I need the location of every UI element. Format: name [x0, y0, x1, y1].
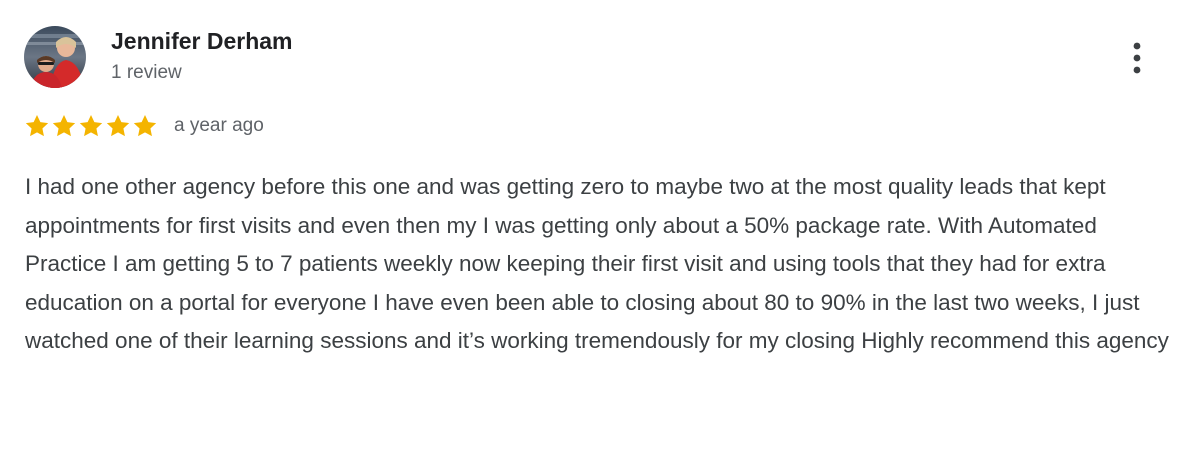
author-name[interactable]: Jennifer Derham — [111, 28, 293, 55]
star-rating — [24, 113, 158, 139]
review-date: a year ago — [174, 115, 264, 136]
star-icon — [106, 114, 130, 137]
rating-row: a year ago — [24, 112, 264, 140]
avatar[interactable] — [24, 26, 86, 88]
review-text: I had one other agency before this one a… — [25, 174, 1169, 354]
star-icon — [52, 114, 76, 137]
more-vert-icon — [1133, 42, 1141, 74]
review-card: Jennifer Derham 1 review a year ago I ha… — [0, 0, 1200, 458]
star-icon — [79, 114, 103, 137]
star-icon — [133, 114, 157, 137]
more-options-button[interactable] — [1119, 36, 1155, 80]
avatar-photo — [24, 26, 86, 88]
review-count: 1 review — [111, 62, 182, 83]
star-icon — [25, 114, 49, 137]
